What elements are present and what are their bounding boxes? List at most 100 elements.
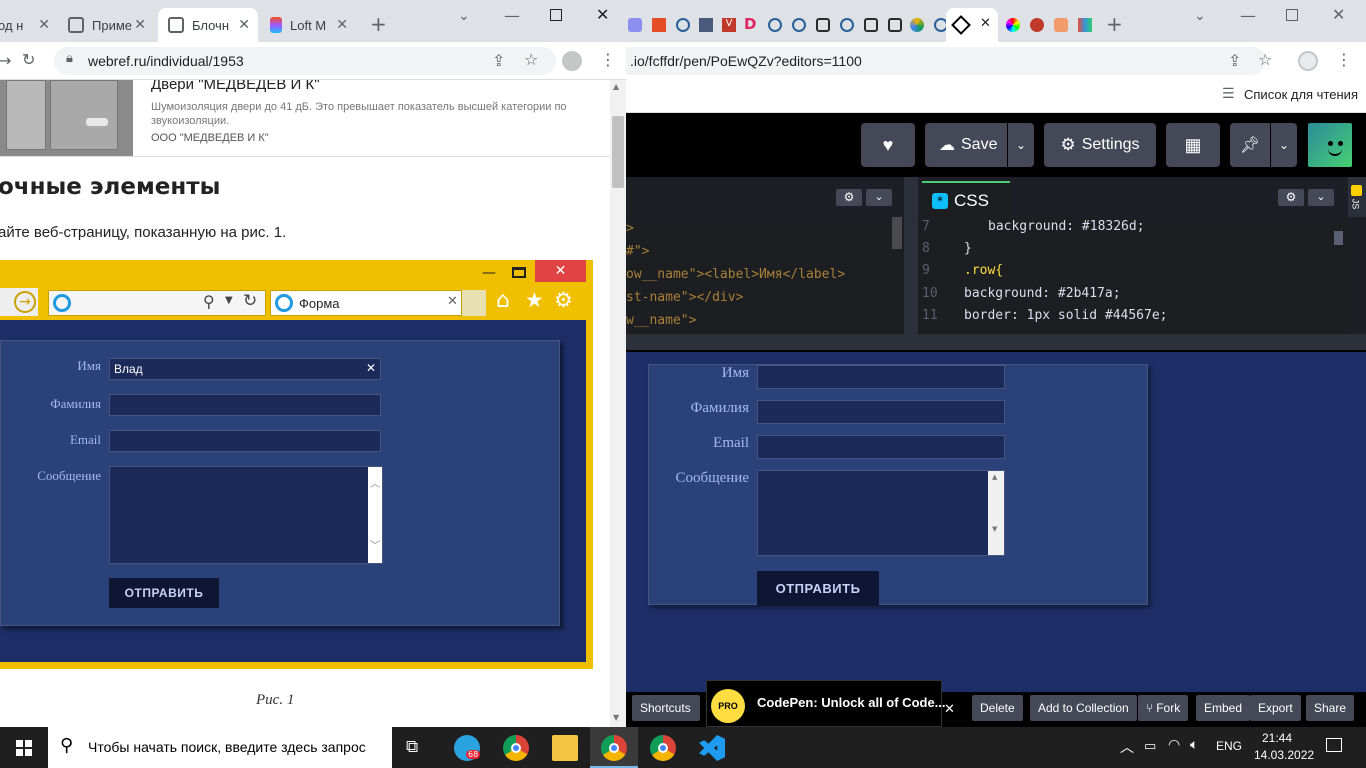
- tab-favicon-icon[interactable]: D: [744, 15, 756, 33]
- tab-2[interactable]: Приме ✕: [60, 8, 154, 42]
- tab-4[interactable]: Loft M ✕: [262, 8, 356, 42]
- new-tab-icon[interactable]: +: [370, 12, 387, 36]
- close-icon[interactable]: ✕: [38, 16, 50, 33]
- reading-list-button[interactable]: Список для чтения: [1244, 87, 1358, 102]
- profile-avatar-icon[interactable]: [562, 51, 582, 71]
- tab-1[interactable]: од н ✕: [0, 8, 54, 42]
- close-icon[interactable]: ✕: [944, 702, 955, 717]
- close-icon[interactable]: ✕: [980, 16, 991, 31]
- file-explorer-icon[interactable]: [552, 735, 578, 761]
- tab-favicon-icon[interactable]: [1054, 18, 1068, 32]
- tab-favicon-icon[interactable]: [840, 18, 854, 32]
- scroll-down-icon[interactable]: ▼: [613, 713, 619, 722]
- submit-button[interactable]: ОТПРАВИТЬ: [757, 571, 879, 606]
- door-ad-image[interactable]: [0, 80, 133, 156]
- delete-button[interactable]: Delete: [972, 695, 1023, 721]
- tab-favicon-icon[interactable]: [1078, 18, 1092, 32]
- chevron-down-icon[interactable]: ⌄: [1308, 189, 1334, 206]
- css-editor[interactable]: 7 background: #18326d; 8 } 9 .row{ 10 ba…: [918, 217, 1348, 334]
- active-tab-codepen[interactable]: ✕: [946, 8, 998, 42]
- html-editor[interactable]: > #"> ow__name"><label>Имя</label> st-na…: [626, 217, 904, 334]
- js-editor-collapsed[interactable]: JS: [1348, 177, 1366, 217]
- surname-input[interactable]: [757, 400, 1005, 424]
- tab-favicon-icon[interactable]: [699, 18, 713, 32]
- html5-tab-icon[interactable]: [652, 18, 666, 32]
- shortcuts-button[interactable]: Shortcuts: [632, 695, 700, 721]
- tab-favicon-icon[interactable]: [628, 18, 642, 32]
- tab-favicon-icon[interactable]: [888, 18, 902, 32]
- tab-favicon-icon[interactable]: [768, 18, 782, 32]
- tab-favicon-icon[interactable]: [676, 18, 690, 32]
- reload-icon[interactable]: ↻: [22, 50, 35, 69]
- telegram-icon[interactable]: 68: [454, 735, 481, 761]
- new-tab-icon[interactable]: +: [1106, 12, 1123, 36]
- taskbar-search-box[interactable]: ⚲ Чтобы начать поиск, введите здесь запр…: [48, 727, 392, 768]
- tab-favicon-icon[interactable]: [864, 18, 878, 32]
- chevron-up-icon[interactable]: ︿: [1120, 737, 1134, 757]
- menu-kebab-icon[interactable]: ⋮: [600, 50, 616, 69]
- tab-3-active[interactable]: Блочн ✕: [158, 8, 258, 42]
- tab-favicon-icon[interactable]: [1030, 18, 1044, 32]
- ad-title[interactable]: Двери "МЕДВЕДЕВ И К": [151, 80, 320, 93]
- tab-favicon-icon[interactable]: [1006, 18, 1020, 32]
- tab-favicon-icon[interactable]: [816, 18, 830, 32]
- bookmark-star-icon[interactable]: ☆: [524, 50, 538, 69]
- editor-divider[interactable]: [904, 177, 918, 334]
- gear-icon[interactable]: ⚙: [836, 189, 862, 206]
- chevron-down-icon[interactable]: ⌄: [866, 189, 892, 206]
- pin-dropdown[interactable]: ⌄: [1271, 123, 1297, 167]
- preview-resizer[interactable]: [626, 334, 1366, 352]
- tab-favicon-icon[interactable]: [910, 18, 924, 32]
- export-button[interactable]: Export: [1250, 695, 1301, 721]
- chrome-icon[interactable]: [601, 735, 627, 761]
- user-avatar[interactable]: [1308, 123, 1352, 167]
- tab-css[interactable]: * CSS: [922, 181, 1010, 217]
- vscode-icon[interactable]: [699, 735, 725, 761]
- language-indicator[interactable]: ENG: [1216, 739, 1242, 753]
- minimize-icon[interactable]: —: [504, 6, 520, 25]
- scroll-up-icon[interactable]: ▲: [613, 82, 619, 91]
- notifications-icon[interactable]: [1326, 738, 1342, 752]
- reading-list-icon[interactable]: ☰: [1222, 86, 1235, 102]
- tab-search-icon[interactable]: ⌄: [1194, 8, 1206, 24]
- pro-promo-banner[interactable]: PRO CodePen: Unlock all of Code...: [706, 680, 946, 727]
- message-textarea[interactable]: ▲ ▼: [757, 470, 1005, 556]
- pin-button[interactable]: 📌︎: [1230, 123, 1270, 167]
- url-field[interactable]: 🔒︎ webref.ru/individual/1953 ⇪ ☆: [54, 47, 556, 75]
- close-icon[interactable]: ✕: [238, 16, 250, 33]
- settings-button[interactable]: ⚙ Settings: [1044, 123, 1156, 167]
- share-button[interactable]: Share: [1306, 695, 1355, 721]
- css-editor-scrollbar[interactable]: [1334, 231, 1343, 245]
- name-input[interactable]: [757, 365, 1005, 389]
- menu-kebab-icon[interactable]: ⋮: [1336, 50, 1352, 69]
- close-window-icon[interactable]: ✕: [596, 5, 609, 24]
- wifi-icon[interactable]: ◠: [1168, 737, 1180, 753]
- close-window-icon[interactable]: ✕: [1332, 5, 1345, 24]
- forward-icon[interactable]: →: [0, 51, 11, 70]
- tab-favicon-icon[interactable]: V: [722, 18, 736, 32]
- save-button[interactable]: ☁ Save: [925, 123, 1007, 167]
- chrome-icon[interactable]: [650, 735, 676, 761]
- url-field[interactable]: .io/fcffdr/pen/PoEwQZv?editors=1100 ⇪ ☆: [626, 47, 1272, 75]
- tab-search-icon[interactable]: ⌄: [458, 8, 470, 24]
- embed-button[interactable]: Embed: [1196, 695, 1251, 721]
- email-input[interactable]: [757, 435, 1005, 459]
- fork-button[interactable]: ⑂ Fork: [1138, 695, 1189, 721]
- minimize-icon[interactable]: —: [1240, 6, 1256, 25]
- tab-favicon-icon[interactable]: [792, 18, 806, 32]
- clock-date[interactable]: 14.03.2022: [1254, 748, 1314, 762]
- volume-icon[interactable]: 🔈︎: [1190, 737, 1198, 753]
- save-dropdown[interactable]: ⌄: [1008, 123, 1034, 167]
- share-icon[interactable]: ⇪: [1228, 51, 1241, 70]
- windows-start-icon[interactable]: [16, 740, 32, 756]
- gear-icon[interactable]: ⚙: [1278, 189, 1304, 206]
- maximize-icon[interactable]: [1286, 9, 1298, 21]
- close-icon[interactable]: ✕: [336, 16, 348, 33]
- scrollbar-thumb[interactable]: [612, 116, 624, 188]
- bookmark-star-icon[interactable]: ☆: [1258, 50, 1272, 69]
- textarea-scrollbar[interactable]: ▲ ▼: [988, 471, 1004, 555]
- share-icon[interactable]: ⇪: [492, 51, 505, 70]
- chrome-icon[interactable]: [503, 735, 529, 761]
- battery-icon[interactable]: ▭: [1144, 739, 1156, 754]
- html-editor-scrollbar[interactable]: [892, 217, 902, 249]
